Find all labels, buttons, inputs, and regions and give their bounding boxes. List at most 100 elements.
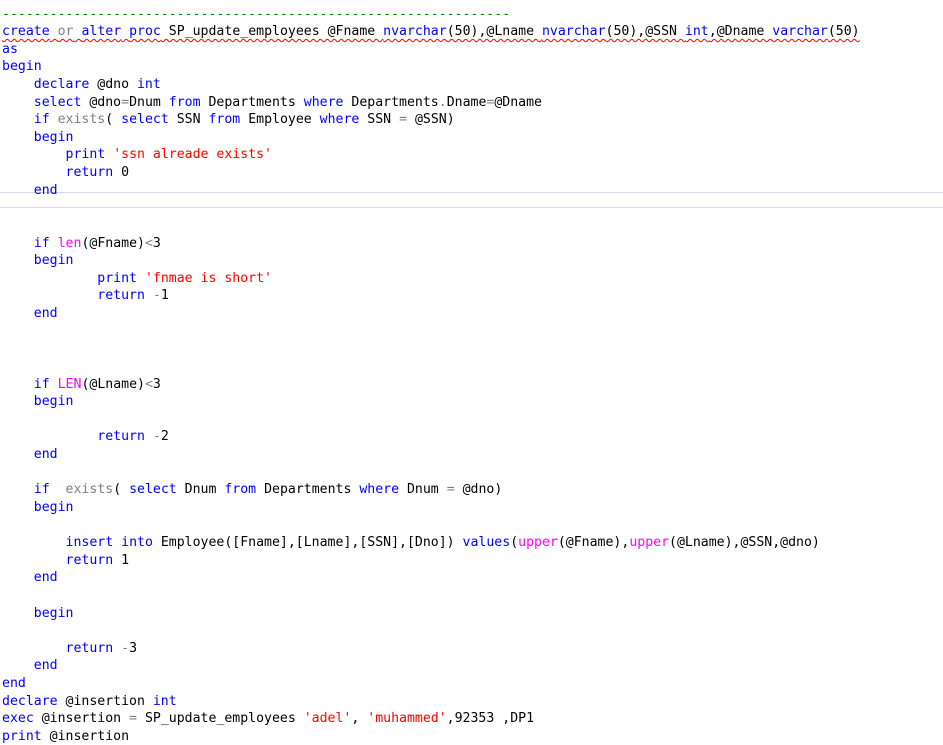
code-token: as: [2, 41, 18, 57]
code-line[interactable]: if LEN(@Lname)<3: [2, 376, 161, 393]
code-line[interactable]: if len(@Fname)<3: [2, 235, 161, 252]
code-line[interactable]: select @dno=Dnum from Departments where …: [2, 94, 542, 111]
code-line[interactable]: declare @insertion int: [2, 693, 177, 710]
code-token: (@Fname): [81, 235, 145, 251]
code-token: values: [462, 535, 511, 551]
code-token: (: [510, 535, 519, 551]
code-token: return: [65, 552, 114, 568]
code-token: begin: [33, 253, 74, 269]
code-token: ,92353 ,DP1: [446, 711, 535, 727]
code-line[interactable]: if exists( select SSN from Employee wher…: [2, 111, 455, 128]
code-line[interactable]: create or alter proc SP_update_employees…: [2, 23, 860, 40]
code-token: @insertion: [57, 693, 153, 709]
code-line[interactable]: return -2: [2, 428, 169, 445]
code-token: where: [303, 94, 344, 110]
code-line[interactable]: end: [2, 305, 58, 322]
code-token: -: [152, 288, 161, 304]
code-line[interactable]: return -3: [2, 640, 138, 657]
code-token: (50): [827, 24, 860, 40]
code-token: 1: [113, 552, 130, 568]
code-line[interactable]: return -1: [2, 287, 169, 304]
code-token: Departments: [200, 94, 304, 110]
code-token: (@Lname),@SSN,@dno): [669, 535, 820, 551]
code-token: print: [2, 728, 42, 744]
code-token: 'adel': [303, 711, 352, 727]
code-token: end: [33, 306, 58, 322]
code-token: begin: [33, 499, 74, 515]
code-token: end: [2, 676, 26, 692]
code-token: print: [97, 270, 137, 286]
code-token: return: [97, 429, 145, 445]
code-line[interactable]: begin: [2, 129, 74, 146]
code-token: =: [121, 94, 130, 110]
code-token: SSN: [359, 112, 400, 128]
code-token: begin: [33, 394, 74, 410]
code-token: select: [121, 112, 169, 128]
code-line[interactable]: exec @insertion = SP_update_employees 'a…: [2, 710, 534, 727]
code-token: int: [152, 693, 177, 709]
code-token: nvarchar: [383, 24, 447, 40]
code-line[interactable]: insert into Employee([Fname],[Lname],[SS…: [2, 534, 820, 551]
code-line[interactable]: return 0: [2, 164, 130, 181]
code-token: exists: [57, 112, 106, 128]
code-token: end: [33, 182, 58, 198]
code-line[interactable]: as: [2, 41, 18, 58]
code-line[interactable]: ----------------------------------------…: [2, 6, 510, 23]
code-line[interactable]: if exists( select Dnum from Departments …: [2, 481, 503, 498]
code-token: 3: [129, 640, 138, 656]
code-token: SP_update_employees: [137, 711, 304, 727]
code-token: declare: [2, 693, 58, 709]
code-line[interactable]: end: [2, 182, 58, 199]
code-line[interactable]: begin: [2, 605, 74, 622]
code-token: print: [65, 147, 106, 163]
code-line[interactable]: end: [2, 675, 26, 692]
code-token: exec: [2, 711, 34, 727]
code-token: return: [65, 165, 114, 181]
code-line[interactable]: declare @dno int: [2, 76, 161, 93]
code-token: Departments: [256, 482, 360, 498]
code-line[interactable]: end: [2, 657, 58, 674]
code-token: SSN: [168, 112, 209, 128]
code-line[interactable]: begin: [2, 499, 74, 516]
code-line[interactable]: begin: [2, 393, 74, 410]
code-line[interactable]: end: [2, 446, 58, 463]
code-token: begin: [33, 605, 74, 621]
code-token: from: [208, 112, 241, 128]
code-token: <: [144, 376, 153, 392]
code-token: (: [105, 112, 122, 128]
code-line[interactable]: print 'ssn alreade exists': [2, 146, 272, 163]
code-line[interactable]: print @insertion: [2, 728, 129, 745]
code-token: into: [121, 535, 153, 551]
code-token: 'ssn alreade exists': [113, 147, 272, 163]
code-line[interactable]: begin: [2, 58, 42, 75]
code-token: int: [136, 76, 161, 92]
code-token: upper: [518, 535, 558, 551]
code-line[interactable]: end: [2, 569, 58, 586]
code-token: alter: [81, 24, 122, 40]
code-line[interactable]: begin: [2, 252, 74, 269]
code-line[interactable]: print 'fnmae is short': [2, 270, 272, 287]
sql-query-editor[interactable]: ----------------------------------------…: [0, 0, 943, 745]
code-token: end: [33, 570, 58, 586]
code-token: 1: [160, 288, 169, 304]
code-token: where: [319, 112, 360, 128]
code-token: .: [438, 94, 447, 110]
code-token: or: [57, 24, 74, 40]
code-token: (: [113, 482, 130, 498]
code-line[interactable]: return 1: [2, 552, 130, 569]
